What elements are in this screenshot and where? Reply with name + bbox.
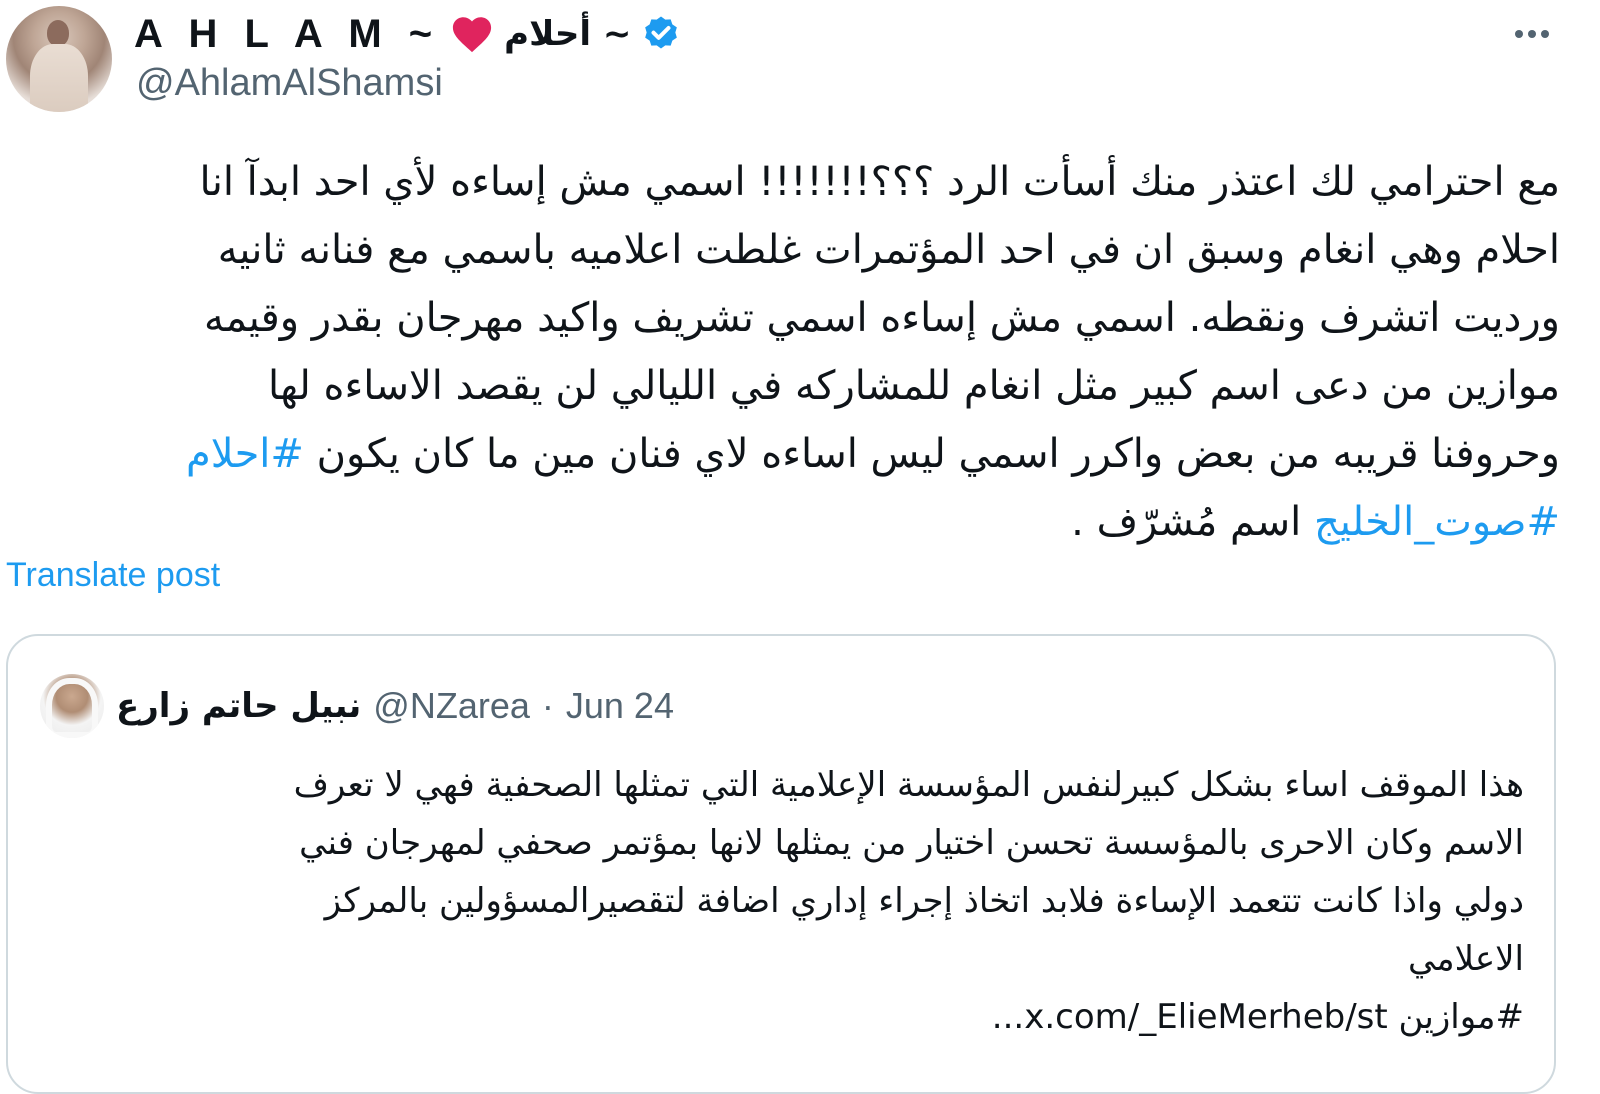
post-header: A H L A M ~ ~ أحلام @AhlamAlShamsi xyxy=(0,0,1600,130)
more-dot-icon xyxy=(1541,30,1549,38)
more-dot-icon xyxy=(1528,30,1536,38)
quoted-line: الاسم وكان الاحرى بالمؤسسة تحسن اختيار م… xyxy=(299,823,1524,863)
verified-badge-icon[interactable] xyxy=(641,14,681,54)
avatar-ghutra xyxy=(46,678,98,738)
author-name-arabic: ~ أحلام xyxy=(504,14,632,54)
quoted-author-avatar[interactable] xyxy=(40,674,104,738)
author-handle[interactable]: @AhlamAlShamsi xyxy=(136,62,443,105)
quoted-link-line[interactable]: #موازين x.com/_ElieMerheb/st... xyxy=(88,988,1524,1046)
post-body: مع احترامي لك اعتذر منك أسأت الرد ؟؟؟!!!… xyxy=(14,148,1560,556)
post-line: مع احترامي لك اعتذر منك أسأت الرد ؟؟؟!!!… xyxy=(199,159,1561,205)
more-options-button[interactable] xyxy=(1504,12,1560,56)
more-dot-icon xyxy=(1515,30,1523,38)
quoted-post-date[interactable]: Jun 24 xyxy=(566,685,674,727)
author-name-row[interactable]: A H L A M ~ ~ أحلام xyxy=(134,8,681,60)
post-line: وحروفنا قريبه من بعض واكرر اسمي ليس اساء… xyxy=(14,420,1560,488)
hashtag-link[interactable]: #احلام xyxy=(186,431,304,477)
quoted-author-handle[interactable]: @NZarea xyxy=(373,685,530,727)
author-avatar[interactable] xyxy=(6,6,112,112)
avatar-figure-body xyxy=(30,44,88,112)
quoted-line: هذا الموقف اساء بشكل كبيرلنفس المؤسسة ال… xyxy=(293,765,1524,805)
quoted-line: دولي واذا كانت تتعمد الإساءة فلابد اتخاذ… xyxy=(324,881,1524,921)
avatar-figure-head xyxy=(47,20,69,46)
heart-icon xyxy=(453,17,492,53)
post-line: موازين من دعى اسم كبير مثل انغام للمشارك… xyxy=(268,363,1560,409)
post-line-text: اسم مُشرّف . xyxy=(1071,499,1314,545)
translate-post-link[interactable]: Translate post xyxy=(6,556,220,595)
post-line: احلام وهي انغام وسبق ان في احد المؤتمرات… xyxy=(217,227,1560,273)
quoted-line: الاعلامي xyxy=(1408,939,1524,979)
quoted-separator: · xyxy=(541,685,554,726)
post-line-text: وحروفنا قريبه من بعض واكرر اسمي ليس اساء… xyxy=(303,431,1560,477)
post-line: ورديت اتشرف ونقطه. اسمي مش إساءه اسمي تش… xyxy=(204,295,1560,341)
quoted-author-name[interactable]: نبيل حاتم زارع xyxy=(116,686,361,726)
quoted-post-header: نبيل حاتم زارع @NZarea · Jun 24 xyxy=(40,674,674,738)
hashtag-link[interactable]: #صوت_الخليج xyxy=(1314,499,1560,545)
quoted-post-card[interactable]: نبيل حاتم زارع @NZarea · Jun 24 هذا المو… xyxy=(6,634,1556,1094)
author-name-latin: A H L A M ~ xyxy=(134,11,441,56)
post-line: #صوت_الخليج اسم مُشرّف . xyxy=(14,488,1560,556)
quoted-post-body: هذا الموقف اساء بشكل كبيرلنفس المؤسسة ال… xyxy=(88,756,1524,1046)
